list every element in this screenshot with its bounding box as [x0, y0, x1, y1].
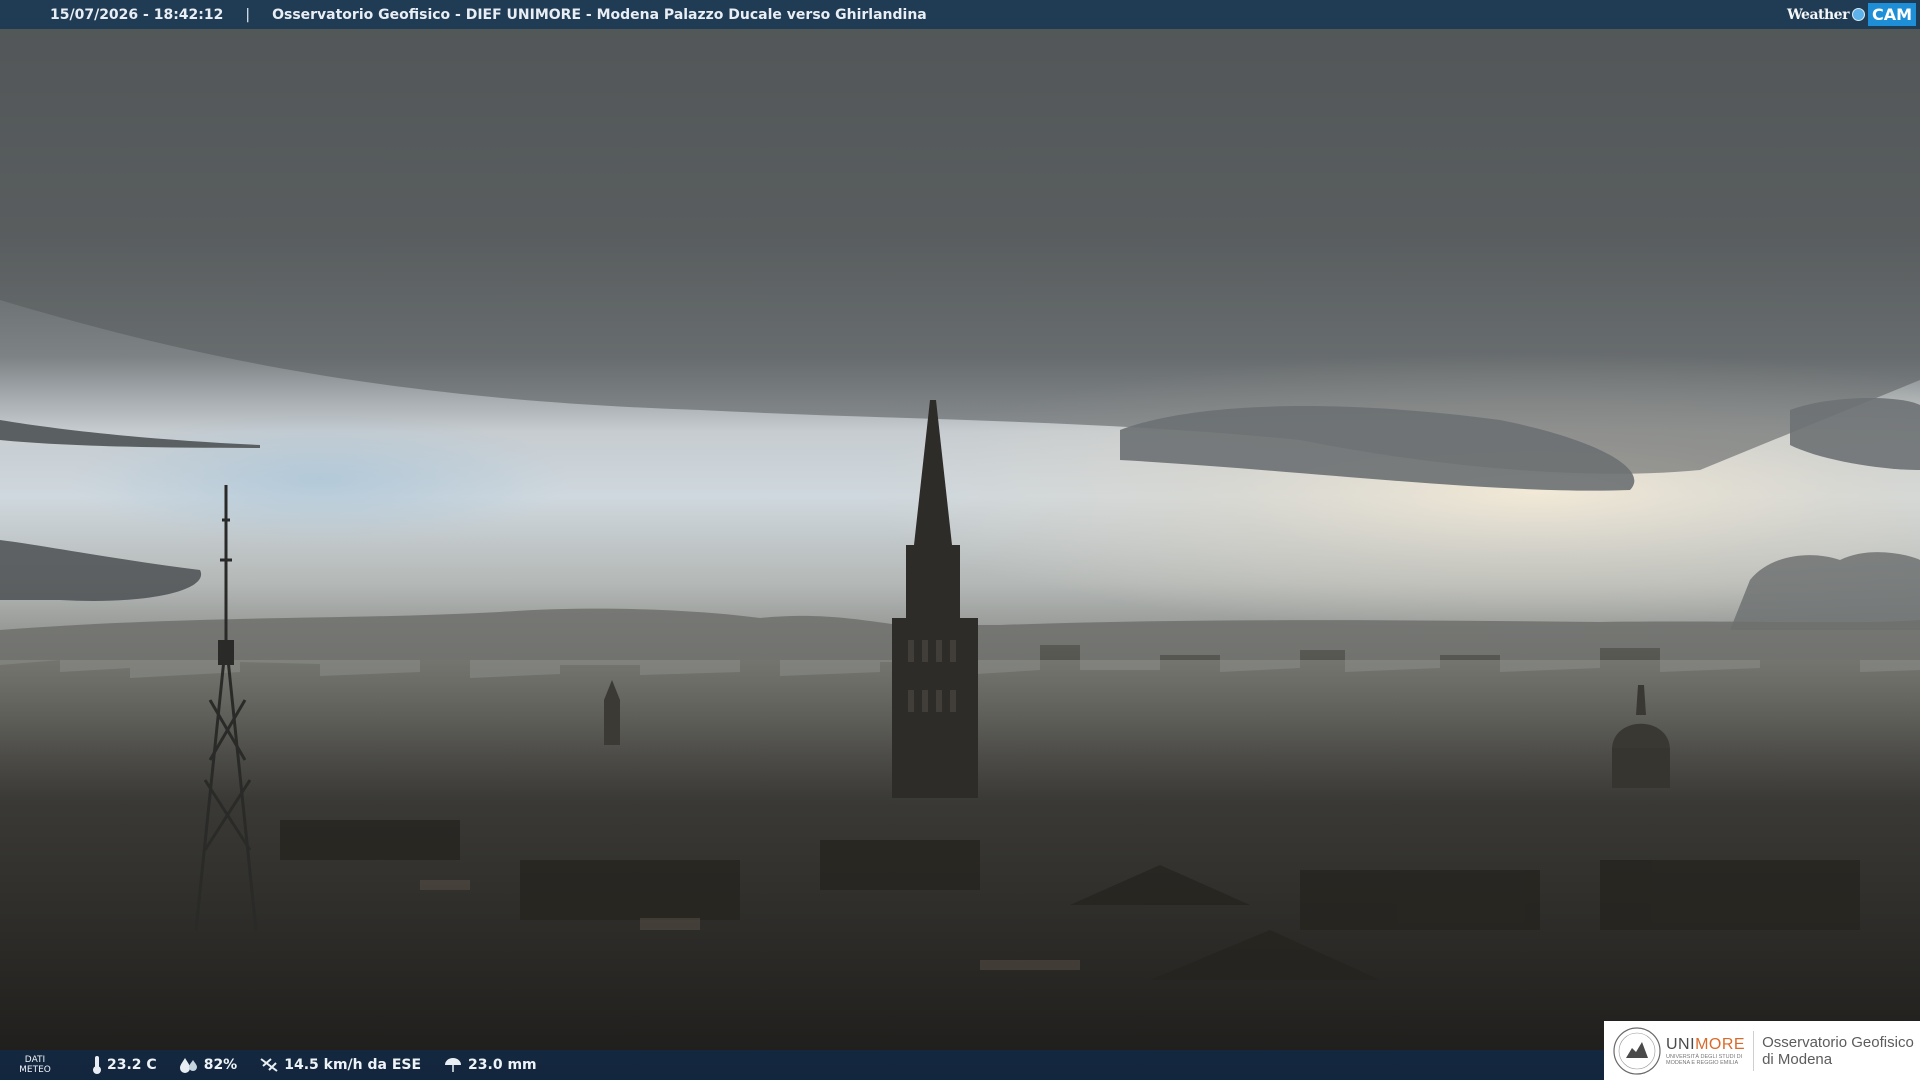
weather-data-label: DATI METEO — [18, 1055, 52, 1075]
unimore-uni-text: UNI — [1666, 1035, 1696, 1053]
weathercam-logo: Weather CAM — [1787, 0, 1920, 29]
weathercam-logo-cam: CAM — [1867, 3, 1916, 26]
umbrella-icon — [445, 1058, 462, 1072]
wind-value: 14.5 km/h da ESE — [284, 1057, 422, 1073]
unimore-logo-panel: UNIMORE UNIVERSITÀ DEGLI STUDI DI MODENA… — [1604, 1021, 1920, 1080]
temperature-reading: 23.2 C — [92, 1055, 157, 1075]
webcam-image — [0, 0, 1920, 1080]
timestamp: 15/07/2026 - 18:42:12 — [50, 6, 224, 23]
weather-data-bar: DATI METEO 23.2 C 82% 14.5 km/h da ESE 2… — [0, 1050, 1604, 1080]
wind-icon — [260, 1058, 278, 1072]
observatory-name: Osservatorio Geofisico di Modena — [1762, 1034, 1914, 1068]
weather-label-line1: DATI — [24, 1055, 46, 1065]
weather-label-line2: METEO — [19, 1065, 51, 1075]
unimore-more-text: MORE — [1695, 1035, 1746, 1053]
observatory-name-line1: Osservatorio Geofisico — [1762, 1033, 1914, 1051]
temperature-value: 23.2 C — [107, 1057, 157, 1073]
rain-reading: 23.0 mm — [443, 1056, 537, 1074]
unimore-wordmark: UNIMORE UNIVERSITÀ DEGLI STUDI DI MODENA… — [1666, 1036, 1745, 1066]
thermometer-icon — [93, 1056, 101, 1074]
wind-reading: 14.5 km/h da ESE — [259, 1056, 421, 1074]
caption-separator: | — [245, 6, 251, 23]
logo-divider — [1753, 1030, 1755, 1071]
weathercam-logo-text: Weather — [1786, 6, 1850, 23]
humidity-reading: 82% — [179, 1056, 238, 1074]
camera-title: Osservatorio Geofisico - DIEF UNIMORE - … — [272, 6, 927, 23]
humidity-drops-icon — [179, 1058, 197, 1073]
globe-icon — [1851, 8, 1865, 21]
observatory-name-line2: di Modena — [1762, 1050, 1833, 1068]
top-caption-bar: 15/07/2026 - 18:42:12 | Osservatorio Geo… — [0, 0, 1920, 29]
university-seal-icon — [1613, 1026, 1661, 1075]
rain-value: 23.0 mm — [468, 1057, 537, 1073]
humidity-value: 82% — [203, 1057, 238, 1073]
unimore-subtitle-2: MODENA E REGGIO EMILIA — [1666, 1059, 1739, 1066]
